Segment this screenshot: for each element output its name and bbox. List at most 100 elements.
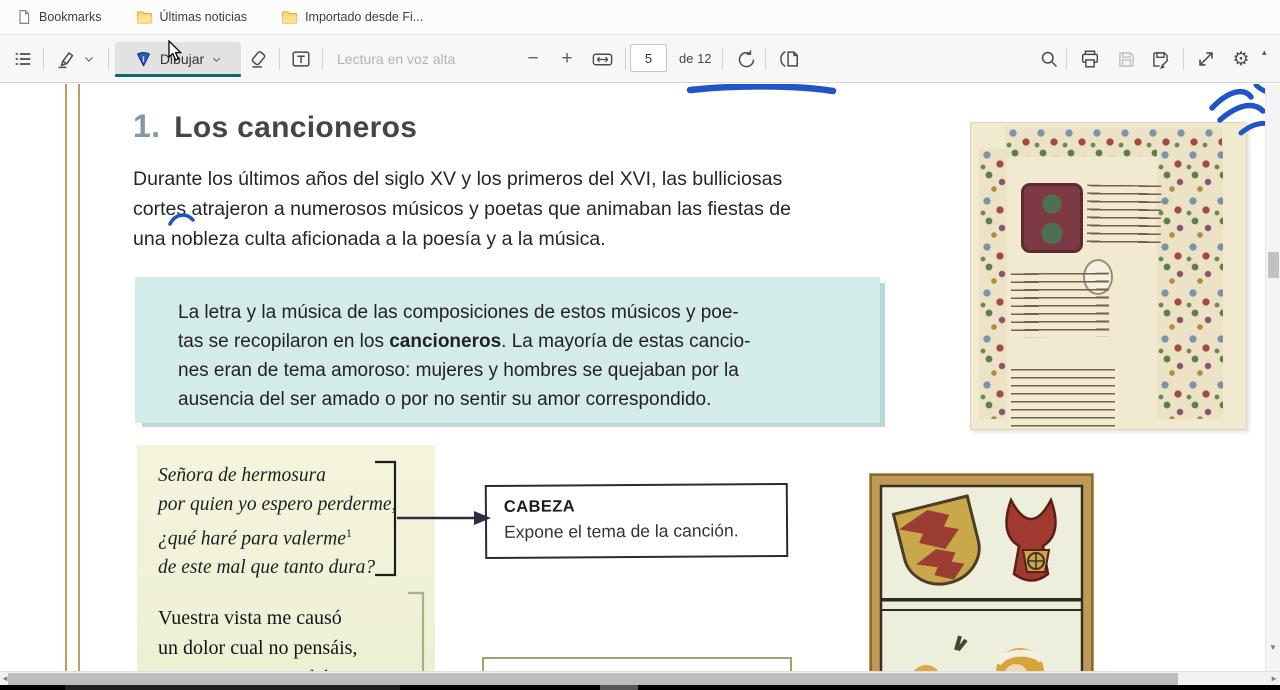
bookmark-folder-importado[interactable]: Importado desde Fi...	[281, 10, 423, 25]
toolbar-divider	[108, 48, 109, 70]
definition-highlight-box: La letra y la música de las composicione…	[135, 277, 880, 423]
edge-pdf-viewer-window: Bookmarks Últimas noticias Importado des…	[0, 0, 1280, 690]
intro-line: cortes atrajeron a numerosos músicos y p…	[133, 198, 791, 220]
erase-button[interactable]	[245, 46, 271, 72]
pdf-page[interactable]: 1. Los cancioneros Durante los últimos añ…	[0, 84, 1280, 672]
fit-to-width-button[interactable]	[589, 46, 615, 72]
manuscript-script-lines	[1086, 184, 1162, 248]
vertical-scrollbar-thumb[interactable]	[1268, 252, 1279, 278]
folder-icon	[281, 10, 298, 24]
scroll-right-button[interactable]: ►	[1270, 672, 1278, 686]
draw-pen-icon	[136, 51, 150, 66]
search-button[interactable]	[1036, 46, 1062, 72]
highlighter-icon	[58, 51, 73, 68]
highlight-dropdown-button[interactable]	[80, 46, 98, 72]
search-icon	[1041, 51, 1057, 67]
illuminated-manuscript-image	[970, 122, 1247, 430]
expand-icon	[1199, 52, 1213, 66]
add-text-button[interactable]	[288, 46, 314, 72]
page-view-button[interactable]	[776, 46, 802, 72]
pdf-toolbar: Dibujar Lectura en voz alta − + 5 de 12 …	[0, 35, 1280, 83]
poem-stanza-cabeza: Señora de hermosura por quien yo espero …	[158, 462, 435, 583]
chevron-down-icon	[213, 57, 221, 62]
save-as-button[interactable]	[1147, 46, 1173, 72]
bookmarks-bar: Bookmarks Últimas noticias Importado des…	[0, 0, 1280, 35]
section-title: Los cancioneros	[174, 111, 418, 144]
toolbar-divider	[722, 48, 723, 70]
taskbar-segment	[65, 685, 400, 690]
bookmark-folder-ultimas-noticias[interactable]: Últimas noticias	[136, 10, 247, 25]
folder-icon	[136, 10, 152, 24]
settings-button[interactable]: ⚙	[1228, 46, 1254, 72]
minus-icon: −	[527, 48, 539, 69]
manuscript-script-lines	[1010, 272, 1110, 338]
text-icon	[292, 51, 310, 67]
plus-icon: +	[561, 48, 573, 69]
poem-line: ¿qué haré para valerme1	[158, 519, 435, 554]
definition-line: tas se recopilaron en los cancioneros. L…	[178, 327, 880, 356]
floral-border-right	[1157, 149, 1223, 419]
print-button[interactable]	[1077, 46, 1103, 72]
table-of-contents-icon	[15, 53, 31, 65]
save-as-icon	[1152, 51, 1168, 69]
toolbar-divider	[322, 48, 323, 70]
poem-line: por quien yo espero perderme,	[158, 493, 397, 515]
page-number-input[interactable]	[630, 44, 667, 72]
rotate-icon	[738, 49, 754, 67]
floral-border-left	[979, 149, 1007, 419]
ink-stroke-top	[686, 84, 837, 95]
horizontal-scrollbar-thumb[interactable]	[8, 673, 1178, 685]
toolbar-divider	[1066, 48, 1067, 70]
manuscript-script-lines	[1011, 369, 1115, 427]
poem-line: de este mal que tanto dura?	[158, 557, 376, 578]
save-icon	[1118, 51, 1134, 67]
page-view-icon	[780, 51, 798, 67]
definition-line: nes eran de tema amoroso: mujeres y homb…	[178, 360, 739, 381]
toolbar-divider	[279, 48, 280, 70]
ink-scribble	[1209, 88, 1254, 111]
fit-width-icon	[592, 53, 612, 65]
poem-text: ¿qué haré para valerme	[158, 528, 346, 550]
mouse-cursor	[168, 40, 183, 61]
table-of-contents-button[interactable]	[10, 46, 36, 72]
definition-text: tas se recopilaron en los	[178, 331, 390, 352]
taskbar-edge-strip	[0, 685, 1280, 690]
toolbar-divider	[625, 48, 626, 70]
page-margin-rule	[78, 84, 80, 672]
poem-line: un dolor cual no pensáis,	[158, 636, 358, 659]
medieval-miniature-image	[869, 473, 1094, 672]
save-button-disabled[interactable]	[1113, 46, 1139, 72]
poem-line: Señora de hermosura	[158, 465, 326, 486]
printer-icon	[1081, 50, 1099, 68]
scrollbar-up-button[interactable]: ▴	[1262, 47, 1267, 58]
cabeza-description: Expone el tema de la canción.	[504, 520, 739, 542]
zoom-in-button[interactable]: +	[554, 46, 580, 72]
read-aloud-button[interactable]: Lectura en voz alta	[337, 35, 455, 83]
definition-line: ausencia del ser amado o por no sentir s…	[178, 389, 712, 410]
fullscreen-button[interactable]	[1193, 46, 1219, 72]
toolbar-divider	[43, 48, 44, 70]
intro-paragraph: Durante los últimos años del siglo XV y …	[133, 164, 791, 254]
toolbar-divider	[1183, 48, 1184, 70]
illuminated-initial	[1021, 183, 1083, 253]
highlight-button[interactable]	[52, 46, 78, 72]
vertical-scrollbar[interactable]: ▼	[1265, 84, 1280, 671]
definition-text: . La mayoría de estas cancio-	[501, 331, 751, 352]
taskbar-segment	[600, 685, 638, 690]
bookmark-item-bookmarks[interactable]: Bookmarks	[16, 9, 102, 25]
zoom-out-button[interactable]: −	[520, 46, 546, 72]
scroll-down-button[interactable]: ▼	[1269, 641, 1277, 655]
horizontal-scrollbar[interactable]: ◄ ►	[0, 671, 1280, 685]
rotate-button[interactable]	[733, 46, 759, 72]
section-number: 1.	[133, 108, 161, 144]
cabeza-label-box: CABEZA Expone el tema de la canción.	[484, 482, 789, 560]
intro-line: una nobleza culta aficionada a la poesía…	[133, 228, 606, 250]
page-title: 1. Los cancioneros	[133, 108, 417, 145]
page-count-label: de 12	[679, 51, 712, 66]
chevron-down-icon	[85, 57, 93, 62]
page-icon	[19, 10, 30, 24]
bookmark-label: Importado desde Fi...	[305, 10, 424, 24]
poem-stanza-mudanza: Vuestra vista me causó un dolor cual no …	[158, 603, 435, 673]
poem-example-box: Señora de hermosura por quien yo espero …	[137, 445, 435, 672]
poem-line: Vuestra vista me causó	[158, 606, 342, 629]
